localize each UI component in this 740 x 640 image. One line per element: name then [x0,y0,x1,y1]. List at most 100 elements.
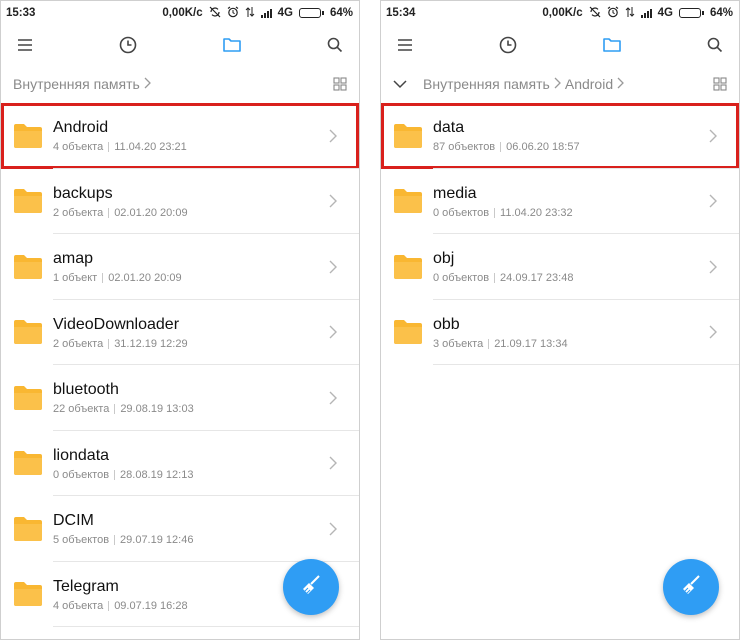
folder-meta: 87 объектов 06.06.20 18:57 [433,141,699,153]
meta-divider [108,207,110,218]
battery-percent: 64% [329,7,353,19]
top-toolbar [381,25,739,65]
folder-info: DCIM 5 объектов 29.07.19 12:46 [53,511,319,546]
chevron-right-icon [319,325,347,339]
meta-divider [108,142,110,153]
folder-meta: 0 объектов 28.08.19 12:13 [53,469,319,481]
meta-divider [114,469,116,480]
modified-date: 09.07.19 16:28 [114,599,188,612]
folder-row[interactable]: obb 3 объекта 21.09.17 13:34 [381,300,739,366]
phone-screen-right: 15:34 0,00K/c 4G 64% Внутренняя память A… [380,0,740,640]
folder-icon[interactable] [600,33,624,57]
item-count: 1 объект [53,272,98,285]
status-time: 15:33 [6,7,36,19]
item-count: 0 объектов [433,272,490,285]
folder-name: Telegram [53,577,119,595]
folder-icon [13,123,43,149]
folder-row[interactable]: bluetooth 22 объекта 29.08.19 13:03 [1,365,359,431]
folder-row[interactable]: liondata 0 объектов 28.08.19 12:13 [1,431,359,497]
chevron-down-icon[interactable] [393,76,407,92]
breadcrumb-internal-storage[interactable]: Внутренняя память [13,76,140,92]
history-icon[interactable] [116,33,140,57]
top-toolbar [1,25,359,65]
meta-divider [102,273,104,284]
folder-name: backups [53,184,113,202]
folder-icon [13,385,43,411]
item-count: 0 объектов [53,468,110,481]
network-type: 4G [277,7,293,19]
folder-icon [393,123,423,149]
menu-icon[interactable] [393,33,417,57]
meta-divider [488,338,490,349]
folder-info: backups 2 объекта 02.01.20 20:09 [53,184,319,219]
folder-icon [13,516,43,542]
history-icon[interactable] [496,33,520,57]
modified-date: 02.01.20 20:09 [108,272,182,285]
grid-view-icon[interactable] [713,77,727,94]
folder-row[interactable]: DCIM 5 объектов 29.07.19 12:46 [1,496,359,562]
menu-icon[interactable] [13,33,37,57]
network-type: 4G [657,7,673,19]
folder-meta: 2 объекта 31.12.19 12:29 [53,338,319,350]
folder-row[interactable]: Android 4 объекта 11.04.20 23:21 [1,103,359,169]
grid-view-icon[interactable] [333,77,347,94]
folder-row[interactable]: amap 1 объект 02.01.20 20:09 [1,234,359,300]
chevron-right-icon [319,129,347,143]
status-bar: 15:33 0,00K/c 4G 64% [1,1,359,25]
status-bar: 15:34 0,00K/c 4G 64% [381,1,739,25]
folder-name: obj [433,250,455,268]
folder-info: data 87 объектов 06.06.20 18:57 [433,118,699,153]
folder-name: liondata [53,446,110,464]
folder-icon [393,319,423,345]
status-time: 15:34 [386,7,416,19]
folder-row[interactable]: VideoDownloader 2 объекта 31.12.19 12:29 [1,300,359,366]
breadcrumb-internal-storage[interactable]: Внутренняя память [423,76,550,92]
breadcrumb: Внутренняя память [1,65,359,103]
folder-icon [13,254,43,280]
folder-meta: 0 объектов 11.04.20 23:32 [433,207,699,219]
chevron-right-icon [319,522,347,536]
folder-icon [13,450,43,476]
folder-name: VideoDownloader [53,315,180,333]
item-count: 4 объекта [53,141,104,154]
item-count: 87 объектов [433,141,496,154]
item-count: 2 объекта [53,206,104,219]
chevron-right-icon [319,194,347,208]
breadcrumb-android[interactable]: Android [565,76,613,92]
modified-date: 31.12.19 12:29 [114,337,188,350]
signal-icon [640,8,652,18]
folder-name: bluetooth [53,381,119,399]
folder-info: amap 1 объект 02.01.20 20:09 [53,249,319,284]
modified-date: 02.01.20 20:09 [114,206,188,219]
folder-row[interactable]: media 0 объектов 11.04.20 23:32 [381,169,739,235]
search-icon[interactable] [703,33,727,57]
search-icon[interactable] [323,33,347,57]
phone-screen-left: 15:33 0,00K/c 4G 64% Внутренняя память A… [0,0,360,640]
folder-row[interactable]: backups 2 объекта 02.01.20 20:09 [1,169,359,235]
chevron-right-icon [319,260,347,274]
broom-icon [298,572,324,603]
chevron-right-icon [699,129,727,143]
folder-meta: 4 объекта 09.07.19 16:28 [53,600,319,612]
folder-icon [13,581,43,607]
folder-icon [393,254,423,280]
clean-button[interactable] [283,559,339,615]
modified-date: 28.08.19 12:13 [120,468,194,481]
folder-name: DCIM [53,512,94,530]
folder-row[interactable]: data 87 объектов 06.06.20 18:57 [381,103,739,169]
item-count: 3 объекта [433,337,484,350]
folder-icon[interactable] [220,33,244,57]
clean-button[interactable] [663,559,719,615]
battery-icon [678,8,704,18]
modified-date: 24.09.17 23:48 [500,272,574,285]
folder-info: Telegram 4 объекта 09.07.19 16:28 [53,577,319,612]
folder-row[interactable]: obj 0 объектов 24.09.17 23:48 [381,234,739,300]
modified-date: 11.04.20 23:21 [114,141,187,154]
folder-meta: 22 объекта 29.08.19 13:03 [53,403,319,415]
folder-icon [393,188,423,214]
meta-divider [114,404,116,415]
folder-info: bluetooth 22 объекта 29.08.19 13:03 [53,380,319,415]
folder-meta: 5 объектов 29.07.19 12:46 [53,534,319,546]
folder-meta: 1 объект 02.01.20 20:09 [53,272,319,284]
signal-icon [260,8,272,18]
